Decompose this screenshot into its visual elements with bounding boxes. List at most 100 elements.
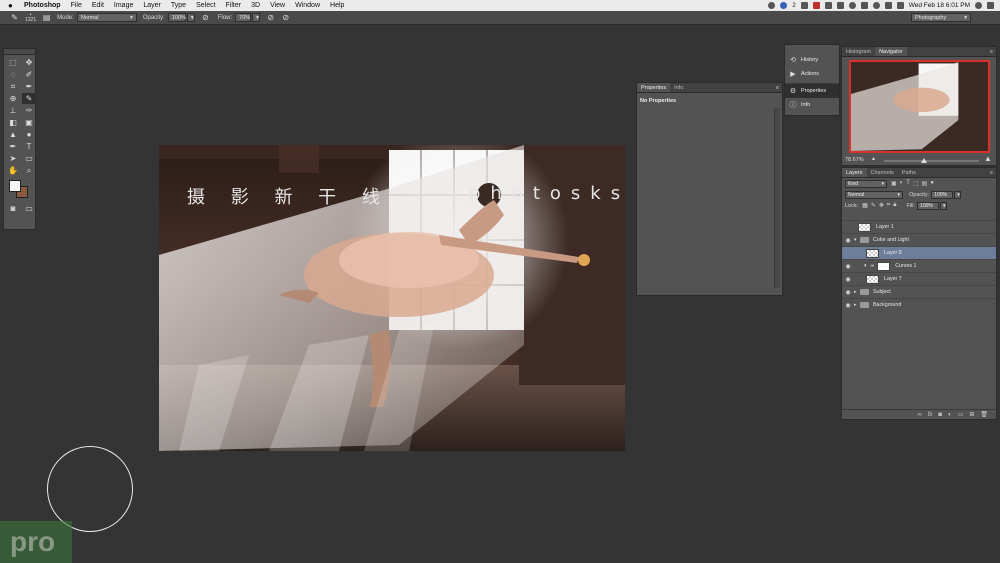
menu-help[interactable]: Help — [325, 2, 349, 9]
zoom-in-icon[interactable]: ▲ — [984, 154, 992, 163]
fill-field[interactable]: 100% — [917, 201, 940, 210]
pressure-size-icon[interactable]: ⊘ — [281, 13, 290, 22]
gradient-tool-icon[interactable]: ▣ — [22, 117, 36, 128]
flow-field[interactable]: 70% — [235, 13, 252, 22]
document-canvas[interactable]: 摄 影 新 干 线 photosks.vip — [159, 145, 625, 451]
panel-menu-icon[interactable]: ≡ — [776, 83, 779, 93]
fill-dropdown[interactable]: ▾ — [940, 201, 948, 210]
layer-mask-thumbnail[interactable] — [877, 261, 891, 271]
tab-layers[interactable]: Layers — [842, 168, 867, 177]
layer-row-subject[interactable]: ◉ ▸ Subject — [842, 285, 996, 298]
dock-properties[interactable]: ⚙ Properties — [785, 84, 839, 98]
menu-view[interactable]: View — [265, 2, 290, 9]
lock-pixels-icon[interactable]: ✎ — [871, 202, 876, 209]
creative-cloud-icon[interactable] — [780, 2, 788, 9]
eye-icon[interactable]: ◉ — [842, 276, 854, 283]
menu-window[interactable]: Window — [290, 2, 325, 9]
zoom-tool-icon[interactable]: ⌕ — [22, 165, 36, 176]
eraser-tool-icon[interactable]: ◧ — [6, 117, 20, 128]
filter-toggle-icon[interactable]: ● — [930, 180, 934, 187]
navigator-zoom-slider[interactable] — [884, 158, 979, 163]
blend-mode-select[interactable]: Normal ▾ — [845, 190, 903, 199]
new-layer-icon[interactable]: ⊞ — [969, 411, 974, 418]
properties-scrollbar[interactable] — [774, 108, 780, 288]
workspace-select[interactable]: Photography ▾ — [911, 13, 971, 22]
filter-adjustment-icon[interactable]: ◐ — [900, 180, 904, 187]
dock-actions[interactable]: ▶ Actions — [785, 67, 839, 81]
dodge-tool-icon[interactable]: ● — [22, 129, 36, 140]
dropbox-icon[interactable] — [836, 2, 844, 9]
navigator-zoom-value[interactable]: 78.67% — [845, 157, 864, 163]
screen-icon[interactable] — [800, 2, 808, 9]
type-tool-icon[interactable]: T — [22, 141, 36, 152]
delete-layer-icon[interactable]: 🗑︎ — [980, 411, 988, 418]
layer-opacity-field[interactable]: 100% — [931, 190, 954, 199]
zoom-out-icon[interactable]: ▴ — [872, 155, 875, 162]
clock[interactable]: Wed Feb 18 6:01 PM — [909, 2, 970, 9]
adobe-icon[interactable] — [812, 2, 820, 9]
lock-all-icon[interactable]: 🔒︎ — [893, 202, 896, 209]
tab-properties[interactable]: Properties — [637, 83, 671, 92]
battery-icon[interactable] — [896, 2, 904, 9]
eye-icon[interactable]: ◉ — [842, 237, 854, 244]
apple-menu-icon[interactable]: ● — [8, 1, 18, 10]
filter-type-icon[interactable]: T — [906, 180, 910, 187]
menu-select[interactable]: Select — [191, 2, 220, 9]
shape-tool-icon[interactable]: ▭ — [22, 153, 36, 164]
zoom-slider-knob[interactable] — [920, 158, 927, 163]
blur-tool-icon[interactable]: ▲ — [6, 129, 20, 140]
filter-pixel-icon[interactable]: ▣ — [891, 180, 897, 187]
layer-row-color-and-light[interactable]: ◉ ▾ Color and Light — [842, 233, 996, 246]
tab-paths[interactable]: Paths — [898, 168, 920, 177]
eye-icon[interactable]: ◉ — [842, 263, 854, 270]
panel-menu-icon[interactable]: ≡ — [990, 47, 993, 57]
mode-select[interactable]: Normal ▾ — [76, 13, 137, 22]
menu-layer[interactable]: Layer — [138, 2, 166, 9]
tab-info[interactable]: Info — [670, 83, 687, 92]
healing-brush-tool-icon[interactable]: ⊕ — [6, 93, 20, 104]
timemachine-icon[interactable] — [848, 2, 856, 9]
move-tool-icon[interactable]: ✥ — [22, 57, 36, 68]
lasso-tool-icon[interactable]: ◌ — [6, 69, 20, 80]
link-layers-icon[interactable]: ∞ — [917, 412, 921, 418]
spotlight-icon[interactable] — [975, 2, 982, 9]
filter-shape-icon[interactable]: ⬚ — [913, 180, 919, 187]
navigator-preview[interactable] — [849, 60, 990, 153]
notification-center-icon[interactable] — [987, 2, 994, 9]
clone-stamp-tool-icon[interactable]: ⊥ — [6, 105, 20, 116]
menu-type[interactable]: Type — [166, 2, 191, 9]
filter-smart-icon[interactable]: ▤ — [922, 180, 928, 187]
tab-channels[interactable]: Channels — [867, 168, 898, 177]
lock-position-icon[interactable]: ✥ — [879, 202, 884, 209]
dock-info[interactable]: ⓘ Info — [785, 98, 839, 112]
tab-histogram[interactable]: Histogram — [842, 47, 875, 56]
airbrush-icon[interactable]: ⊘ — [266, 13, 275, 22]
volume-icon[interactable] — [884, 2, 892, 9]
brush-tool-preset-icon[interactable]: ✎ — [10, 13, 19, 22]
brush-tool-icon[interactable]: ✎ — [22, 93, 36, 104]
bluetooth-icon[interactable] — [860, 2, 868, 9]
record-icon[interactable] — [768, 2, 776, 9]
layer-row-layer-1[interactable]: Layer 1 — [842, 220, 996, 233]
menu-3d[interactable]: 3D — [246, 2, 265, 9]
eye-icon[interactable]: ◉ — [842, 302, 854, 309]
eyedropper-tool-icon[interactable]: ✒ — [22, 81, 36, 92]
lock-transparent-icon[interactable]: ▦ — [862, 202, 868, 209]
hand-tool-icon[interactable]: ✋ — [6, 165, 20, 176]
lock-artboard-icon[interactable]: ⌗ — [887, 202, 890, 209]
new-adjustment-icon[interactable]: ◐ — [948, 412, 952, 418]
quick-mask-icon[interactable]: ◙ — [8, 203, 18, 214]
sync-icon[interactable] — [824, 2, 832, 9]
opacity-field[interactable]: 100% — [167, 13, 186, 22]
layer-style-icon[interactable]: fx — [928, 412, 933, 418]
pen-tool-icon[interactable]: ✒ — [6, 141, 20, 152]
dock-history[interactable]: ⟲ History — [785, 53, 839, 67]
quick-select-tool-icon[interactable]: ✐ — [22, 69, 36, 80]
app-menu[interactable]: Photoshop — [18, 2, 66, 9]
menu-filter[interactable]: Filter — [221, 2, 247, 9]
foreground-color-swatch[interactable] — [9, 180, 21, 192]
tab-navigator[interactable]: Navigator — [875, 47, 907, 56]
layer-filter-select[interactable]: Kind ▾ — [845, 179, 887, 188]
menu-image[interactable]: Image — [109, 2, 138, 9]
opacity-dropdown[interactable]: ▾ — [186, 13, 195, 22]
